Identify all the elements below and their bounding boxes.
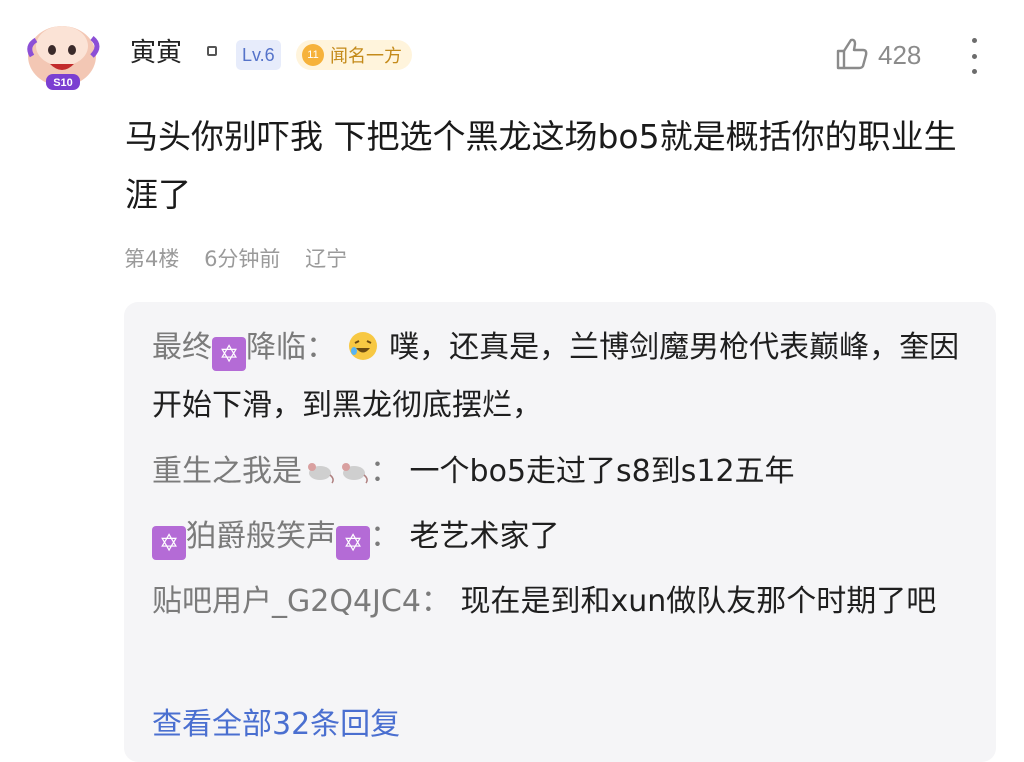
- comment-content: 马头你别吓我 下把选个黑龙这场bo5就是概括你的职业生涯了: [125, 117, 957, 214]
- like-icon[interactable]: [834, 36, 870, 72]
- reply-item[interactable]: 贴吧用户_G2Q4JC4： 现在是到和xun做队友那个时期了吧: [152, 573, 982, 631]
- hexagram-icon: ✡: [152, 526, 186, 560]
- floor-number: 第4楼: [124, 247, 180, 271]
- post-time: 6分钟前: [204, 247, 281, 271]
- reply-item[interactable]: ✡ 狛爵般笑声 ✡： 老艺术家了: [152, 508, 982, 566]
- view-all-replies-link[interactable]: 查看全部32条回复: [152, 700, 400, 750]
- reply-author[interactable]: 贴吧用户_G2Q4JC4：: [152, 584, 451, 619]
- reply-author[interactable]: ✡ 狛爵般笑声 ✡：: [152, 519, 400, 560]
- username[interactable]: 寅寅: [130, 36, 182, 70]
- rat-icon: [308, 463, 334, 484]
- more-icon[interactable]: [966, 38, 982, 74]
- title-badge-label: 闻名一方: [330, 46, 402, 67]
- title-badge: 11 闻名一方: [296, 40, 412, 70]
- reply-author[interactable]: 重生之我是：: [152, 454, 400, 489]
- rat-icon: [342, 463, 368, 484]
- reply-text: 老艺术家了: [409, 519, 560, 554]
- reply-text: 一个bo5走过了s8到s12五年: [409, 454, 795, 489]
- reply-list: 最终 ✡ 降临： 噗，还真是，兰博剑魔男枪代表巅峰，奎因开始下滑，到黑龙彻底摆烂， …: [124, 302, 996, 762]
- avatar[interactable]: S10: [22, 16, 108, 92]
- hexagram-icon: ✡: [212, 337, 246, 371]
- level-badge: Lv.6: [236, 40, 281, 70]
- reply-item[interactable]: 最终 ✡ 降临： 噗，还真是，兰博剑魔男枪代表巅峰，奎因开始下滑，到黑龙彻底摆烂，: [152, 319, 982, 435]
- like-count: 428: [878, 40, 922, 70]
- hexagram-icon: ✡: [336, 526, 370, 560]
- location: 辽宁: [305, 247, 348, 271]
- reply-item[interactable]: 重生之我是： 一个bo5走过了s8到s12五年: [152, 443, 982, 501]
- reply-author[interactable]: 最终 ✡ 降临：: [152, 330, 336, 371]
- gender-icon: [207, 46, 217, 56]
- reply-text: 现在是到和xun做队友那个时期了吧: [460, 584, 937, 619]
- title-badge-number: 11: [302, 44, 324, 66]
- svg-text:S10: S10: [53, 77, 73, 89]
- laughing-emoji-icon: [348, 332, 377, 360]
- comment-meta: 第4楼 6分钟前 辽宁: [124, 244, 365, 274]
